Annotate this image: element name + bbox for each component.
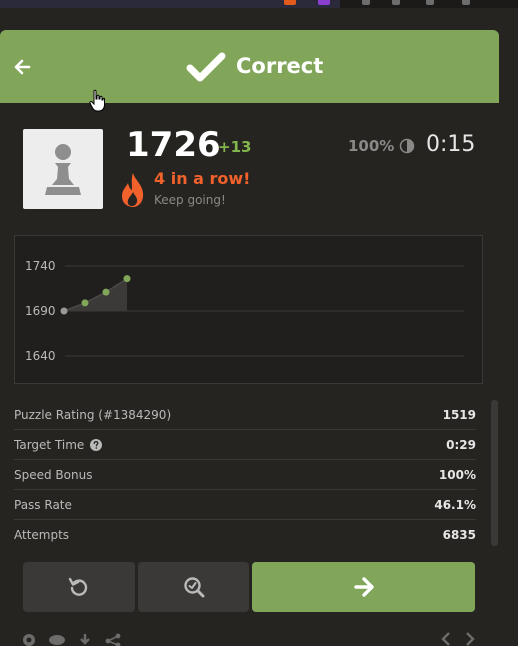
stat-label: Puzzle Rating (#1384290)	[14, 407, 172, 422]
stat-row-pass-rate: Pass Rate 46.1%	[14, 490, 476, 520]
accuracy-value: 100%	[348, 137, 395, 155]
result-header: Correct	[0, 30, 499, 103]
toolbar-icon	[362, 0, 370, 5]
stat-row-attempts: Attempts 6835	[14, 520, 476, 550]
puzzle-stats: Puzzle Rating (#1384290) 1519 Target Tim…	[14, 400, 476, 550]
browser-top-strip	[0, 0, 518, 8]
puzzle-result-panel: Correct 1726 +13 4 in a row! Keep going!…	[0, 30, 499, 646]
stat-row-target-time: Target Time 0:29	[14, 430, 476, 460]
footer-toolbar	[20, 630, 122, 646]
retry-icon	[68, 577, 88, 596]
stat-value: 0:29	[446, 437, 476, 452]
stat-value: 6835	[442, 528, 476, 542]
rating-delta: +13	[218, 138, 252, 156]
stat-label: Target Time	[14, 437, 85, 452]
question-circle-icon[interactable]	[90, 438, 103, 451]
streak-subtext: Keep going!	[154, 193, 226, 207]
stat-value: 46.1%	[434, 497, 476, 512]
timer: 0:15	[426, 132, 476, 157]
chevron-right-icon[interactable]	[464, 630, 476, 646]
half-circle-icon	[399, 138, 415, 154]
stat-row-puzzle-rating: Puzzle Rating (#1384290) 1519	[14, 400, 476, 430]
magnifier-icon	[183, 577, 204, 598]
toolbar-icon	[462, 0, 470, 5]
puzzle-pager	[440, 630, 476, 646]
avatar	[23, 129, 103, 209]
chevron-left-icon[interactable]	[440, 630, 452, 646]
check-icon	[186, 52, 226, 82]
stat-label: Speed Bonus	[14, 467, 93, 482]
rating-graph: 1740 1690 1640	[14, 235, 483, 384]
rating-area	[64, 278, 127, 311]
streak-text: 4 in a row!	[154, 169, 251, 188]
rating-point	[60, 307, 68, 315]
stats-scrollbar[interactable]	[491, 400, 498, 546]
gear-icon[interactable]	[20, 630, 38, 646]
arrow-left-icon	[14, 59, 31, 75]
result-title: Correct	[236, 54, 324, 78]
share-icon[interactable]	[104, 630, 122, 646]
download-icon[interactable]	[76, 630, 94, 646]
hand-cursor-icon	[89, 89, 105, 112]
shield-icon	[284, 0, 296, 5]
toolbar-icon	[392, 0, 400, 5]
pawn-icon	[45, 144, 81, 195]
rating-graph-svg: 1740 1690 1640	[25, 259, 464, 363]
rating-point	[123, 275, 131, 283]
arrow-right-icon	[353, 577, 374, 597]
stat-value: 100%	[438, 467, 476, 482]
flame-icon	[122, 173, 144, 207]
back-button[interactable]	[10, 56, 34, 78]
y-tick-label: 1740	[25, 259, 56, 273]
rating-point	[81, 299, 89, 307]
player-rating: 1726	[126, 125, 221, 165]
analyze-button[interactable]	[138, 562, 249, 612]
y-tick-label: 1640	[25, 349, 56, 363]
chat-icon[interactable]	[48, 630, 66, 646]
y-tick-label: 1690	[25, 304, 56, 318]
retry-button[interactable]	[23, 562, 135, 612]
next-puzzle-button[interactable]	[252, 562, 475, 612]
stat-label: Pass Rate	[14, 497, 72, 512]
extension-icon	[318, 0, 330, 5]
rating-point	[102, 288, 110, 296]
stat-label: Attempts	[14, 528, 70, 542]
stat-value: 1519	[442, 407, 476, 422]
toolbar-icon	[426, 0, 434, 5]
stat-row-speed-bonus: Speed Bonus 100%	[14, 460, 476, 490]
